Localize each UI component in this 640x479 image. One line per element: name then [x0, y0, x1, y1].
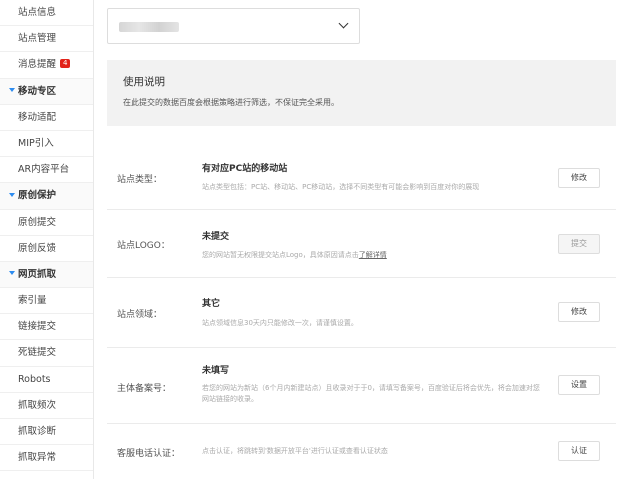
sidebar-item-label: 抓取异常: [18, 452, 57, 464]
caret-down-icon: [9, 271, 15, 276]
row-value: 未提交: [202, 232, 230, 242]
notice-title: 使用说明: [123, 76, 165, 88]
usage-notice: 使用说明 在此提交的数据百度会根据策略进行筛选，不保证完全采用。: [107, 60, 616, 126]
sidebar-item[interactable]: 抓取异常: [0, 445, 93, 472]
row-desc: 站点类型包括：PC站、移动站、PC移动站，选择不同类型有可能会影响到百度对你的展…: [202, 183, 480, 191]
sidebar-item-label: 网页抓取: [18, 268, 57, 280]
caret-down-icon: [9, 88, 15, 93]
row-desc: 您的网站暂无权限提交站点Logo，具体原因请点击了解详情: [202, 250, 542, 261]
sidebar-item[interactable]: 原创提交: [0, 210, 93, 236]
sidebar-group-header[interactable]: 移动专区: [0, 78, 93, 105]
set-icp-button[interactable]: 设置: [558, 375, 600, 395]
row-value: 未填写: [202, 366, 230, 376]
sidebar-item[interactable]: 消息提醒 4: [0, 52, 93, 79]
sidebar-item-label: 移动适配: [18, 111, 57, 123]
row-label: 客服电话认证：: [117, 449, 181, 459]
row-label: 站点LOGO：: [117, 241, 170, 251]
row-value: 有对应PC站的移动站: [202, 164, 288, 174]
sidebar-list: 站点信息站点管理消息提醒 4 移动专区移动适配 MIP引入 AR内容平台 原创保护原创提交…: [0, 0, 93, 472]
content-panel: 使用说明 在此提交的数据百度会根据策略进行筛选，不保证完全采用。 站点类型： 有…: [94, 0, 640, 479]
site-name-blurred: [119, 22, 179, 32]
site-select-dropdown[interactable]: [107, 8, 360, 44]
row-site-logo: 站点LOGO： 未提交 您的网站暂无权限提交站点Logo，具体原因请点击了解详情…: [107, 210, 616, 278]
submit-logo-button[interactable]: 提交: [558, 234, 600, 254]
edit-site-type-button[interactable]: 修改: [558, 168, 600, 188]
sidebar-group-header[interactable]: 原创保护: [0, 183, 93, 210]
row-value: 其它: [202, 299, 221, 309]
sidebar-item-label: 死链提交: [18, 347, 57, 359]
sidebar-item[interactable]: Robots: [0, 367, 93, 393]
row-desc-text: 您的网站暂无权限提交站点Logo，具体原因请点击: [202, 251, 359, 259]
sidebar-item-label: Robots: [18, 373, 51, 385]
sidebar-item[interactable]: 索引量: [0, 288, 93, 315]
sidebar-item-label: 消息提醒: [18, 59, 57, 71]
caret-down-icon: [9, 192, 15, 197]
row-icp-number: 主体备案号： 未填写 若您的网站为新站（6个月内新建站点）且收录对于于0，请填写…: [107, 348, 616, 424]
sidebar-item-label: 索引量: [18, 295, 47, 307]
row-desc: 站点领域信息30天内只能修改一次，请谨慎设置。: [202, 319, 358, 327]
row-phone-verify: 客服电话认证： 点击认证，将跳转到'数据开放平台'进行认证或查看认证状态 认证: [107, 424, 616, 479]
sidebar-item[interactable]: 站点信息: [0, 0, 93, 27]
row-label: 站点类型：: [117, 175, 163, 185]
sidebar-item[interactable]: MIP引入: [0, 131, 93, 158]
sidebar-item[interactable]: 抓取诊断: [0, 419, 93, 446]
sidebar-item[interactable]: 移动适配: [0, 105, 93, 131]
chevron-down-icon: [338, 18, 349, 29]
sidebar-item-label: 原创提交: [18, 216, 57, 228]
sidebar-item-label: 原创保护: [18, 190, 57, 202]
row-site-type: 站点类型： 有对应PC站的移动站 站点类型包括：PC站、移动站、PC移动站，选择…: [107, 150, 616, 210]
sidebar-item-label: 移动专区: [18, 85, 57, 97]
row-desc: 点击认证，将跳转到'数据开放平台'进行认证或查看认证状态: [202, 447, 388, 455]
sidebar-item-label: 抓取诊断: [18, 426, 57, 437]
sidebar-item[interactable]: 死链提交: [0, 340, 93, 367]
learn-more-link[interactable]: 了解详情: [359, 251, 387, 259]
sidebar-item[interactable]: 原创反馈: [0, 236, 93, 262]
sidebar-item-label: 站点信息: [18, 7, 57, 18]
sidebar-item[interactable]: 链接提交: [0, 314, 93, 341]
sidebar-item-label: 链接提交: [18, 321, 57, 333]
row-label: 主体备案号：: [117, 384, 172, 394]
sidebar-item-label: 原创反馈: [18, 242, 57, 254]
notice-text: 在此提交的数据百度会根据策略进行筛选，不保证完全采用。: [123, 98, 339, 107]
unread-count-badge: 4: [60, 59, 71, 69]
sidebar-item[interactable]: AR内容平台: [0, 157, 93, 184]
sidebar: 站点信息站点管理消息提醒 4 移动专区移动适配 MIP引入 AR内容平台 原创保护原创提交…: [0, 0, 94, 479]
sidebar-item-label: AR内容平台: [18, 164, 70, 176]
sidebar-item[interactable]: 站点管理: [0, 26, 93, 53]
sidebar-item-label: 抓取频次: [18, 399, 57, 411]
row-desc: 若您的网站为新站（6个月内新建站点）且收录对于于0，请填写备案号，百度验证后将会…: [202, 384, 540, 403]
sidebar-item-label: 站点管理: [18, 33, 57, 45]
verify-phone-button[interactable]: 认证: [558, 441, 600, 461]
row-site-domain: 站点领域： 其它 站点领域信息30天内只能修改一次，请谨慎设置。 修改: [107, 278, 616, 348]
main-area: 使用说明 在此提交的数据百度会根据策略进行筛选，不保证完全采用。 站点类型： 有…: [94, 0, 640, 479]
row-label: 站点领域：: [117, 310, 163, 320]
sidebar-item-label: MIP引入: [18, 137, 54, 149]
sidebar-item[interactable]: 抓取频次: [0, 393, 93, 419]
edit-site-domain-button[interactable]: 修改: [558, 302, 600, 322]
sidebar-group-header[interactable]: 网页抓取: [0, 261, 93, 289]
